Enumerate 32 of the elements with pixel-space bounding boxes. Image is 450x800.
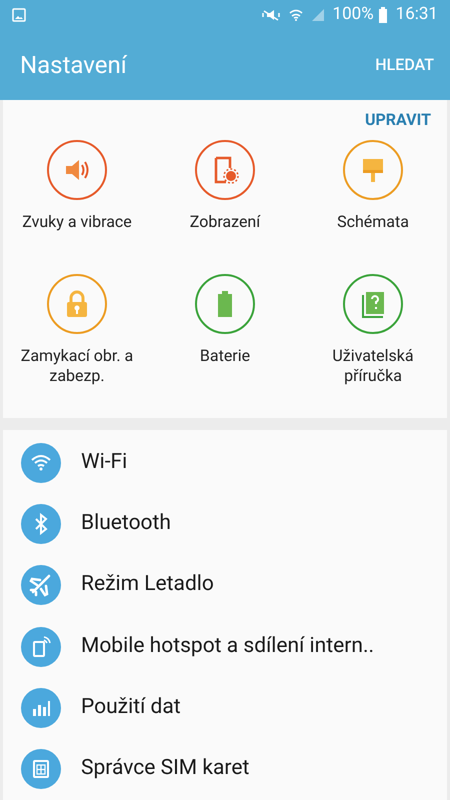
settings-item[interactable]: Mobile hotspot a sdílení intern.. [3, 616, 447, 678]
bluetooth-icon [21, 504, 61, 544]
edit-button[interactable]: UPRAVIT [364, 108, 431, 132]
quick-setting-label: Zamykací obr. a zabezp. [20, 346, 134, 386]
quick-setting[interactable]: Zamykací obr. a zabezp. [3, 274, 151, 392]
mute-vibrate-icon [260, 8, 281, 22]
quick-setting-label: Zvuky a vibrace [21, 212, 133, 232]
quick-setting-label: Zobrazení [188, 212, 262, 232]
image-icon [12, 8, 26, 22]
quick-setting-label: Uživatelská příručka [331, 346, 415, 386]
quick-setting[interactable]: Uživatelská příručka [299, 274, 447, 392]
quick-setting[interactable]: Baterie [151, 274, 299, 392]
settings-item[interactable]: Režim Letadlo [3, 554, 447, 616]
settings-item[interactable]: Použití dat [3, 677, 447, 738]
quick-setting[interactable]: Zobrazení [151, 140, 299, 258]
signal-icon [310, 8, 325, 22]
bar-graph-icon [21, 688, 61, 728]
quick-setting-label: Baterie [198, 346, 252, 366]
settings-item[interactable]: Wi-Fi [3, 432, 447, 494]
quick-setting[interactable]: Schémata [299, 140, 447, 258]
phone-signal-icon [21, 626, 61, 667]
battery-percentage: 100% [332, 3, 374, 26]
quick-setting-label: Schémata [336, 212, 410, 232]
settings-item[interactable]: Správce SIM karet [3, 738, 447, 800]
settings-item[interactable]: Bluetooth [3, 493, 447, 555]
quick-setting[interactable]: Zvuky a vibrace [3, 140, 151, 258]
clock: 16:31 [396, 3, 438, 26]
page-title: Nastavení [20, 50, 127, 81]
battery-icon [378, 7, 388, 23]
wifi-icon [288, 8, 303, 22]
sim-card-icon [21, 749, 61, 790]
wifi-icon [21, 442, 61, 483]
